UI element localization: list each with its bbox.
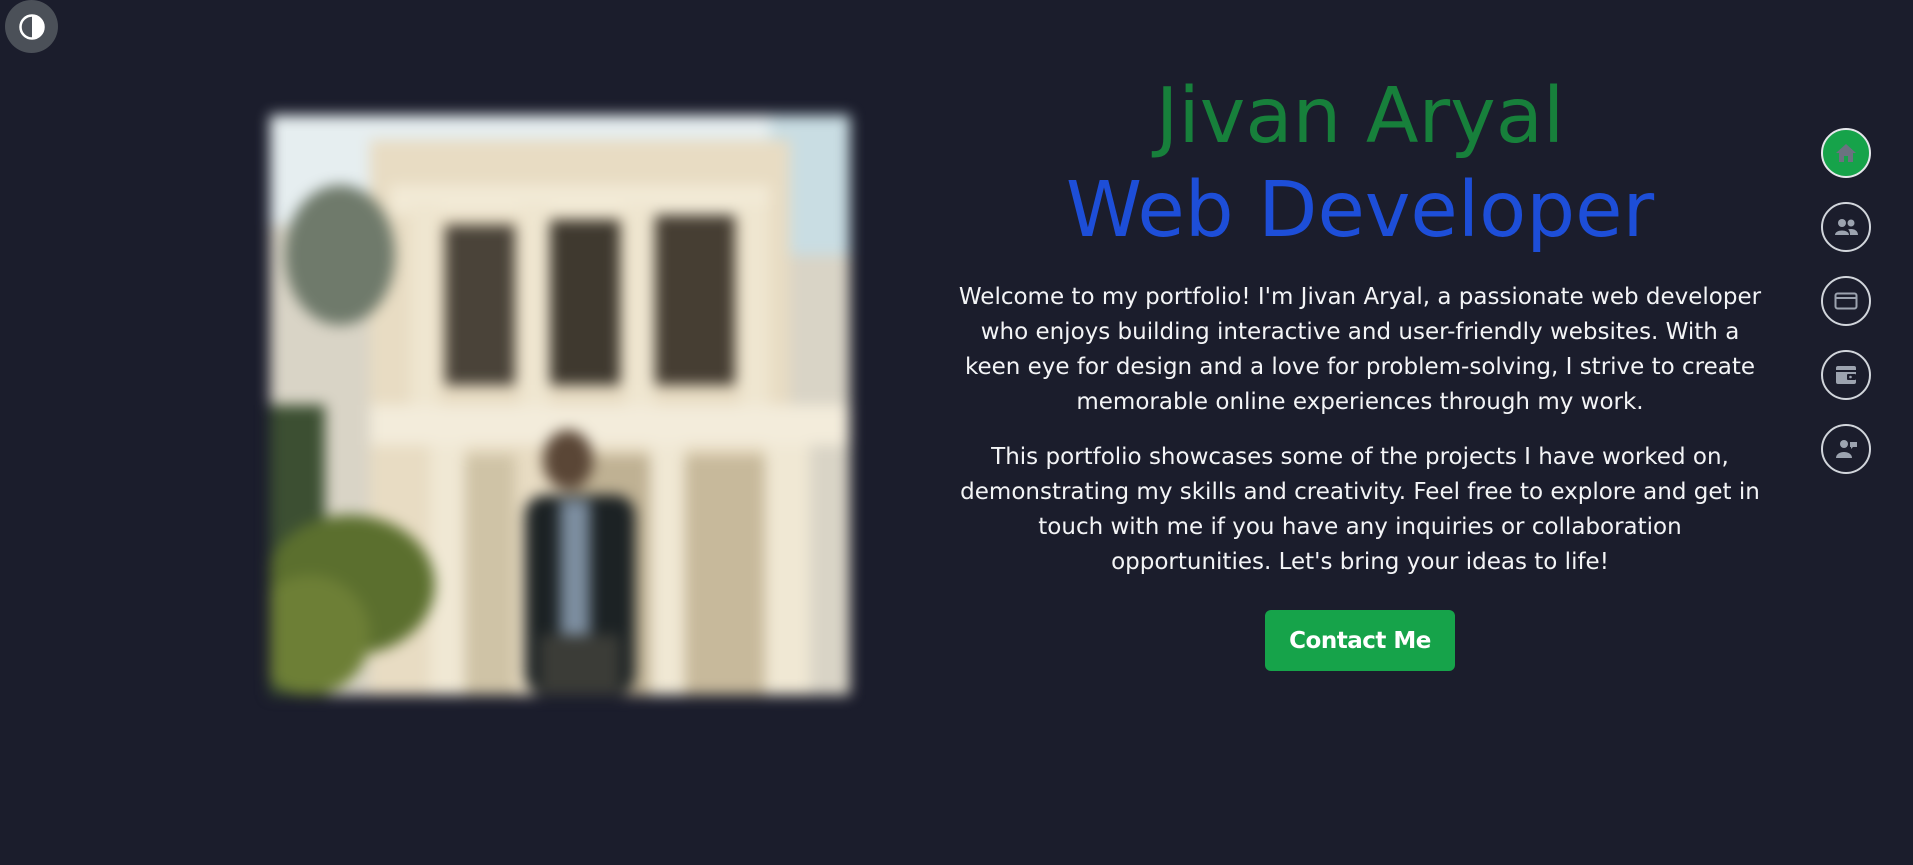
nav-home[interactable] — [1821, 128, 1871, 178]
nav-portfolio[interactable] — [1821, 350, 1871, 400]
hero-section: Jivan Aryal Web Developer Welcome to my … — [950, 70, 1770, 671]
intro-paragraph: Welcome to my portfolio! I'm Jivan Aryal… — [958, 284, 1762, 415]
nav-services[interactable] — [1821, 276, 1871, 326]
side-nav — [1821, 128, 1871, 498]
wallet-icon — [1836, 366, 1856, 384]
hero-role: Web Developer — [1065, 166, 1655, 255]
nav-about[interactable] — [1821, 202, 1871, 252]
contact-me-button[interactable]: Contact Me — [1265, 610, 1455, 671]
nav-contact[interactable] — [1821, 424, 1871, 474]
profile-photo — [270, 115, 850, 695]
about-paragraph: This portfolio showcases some of the pro… — [960, 444, 1760, 575]
contrast-icon — [18, 13, 45, 40]
portfolio-page: Jivan Aryal Web Developer Welcome to my … — [0, 0, 1913, 865]
home-icon — [1836, 144, 1856, 162]
users-icon — [1835, 219, 1858, 235]
theme-toggle-button[interactable] — [5, 0, 58, 53]
hero-name: Jivan Aryal — [1155, 72, 1565, 161]
contact-icon — [1836, 440, 1857, 458]
card-icon — [1834, 292, 1858, 310]
